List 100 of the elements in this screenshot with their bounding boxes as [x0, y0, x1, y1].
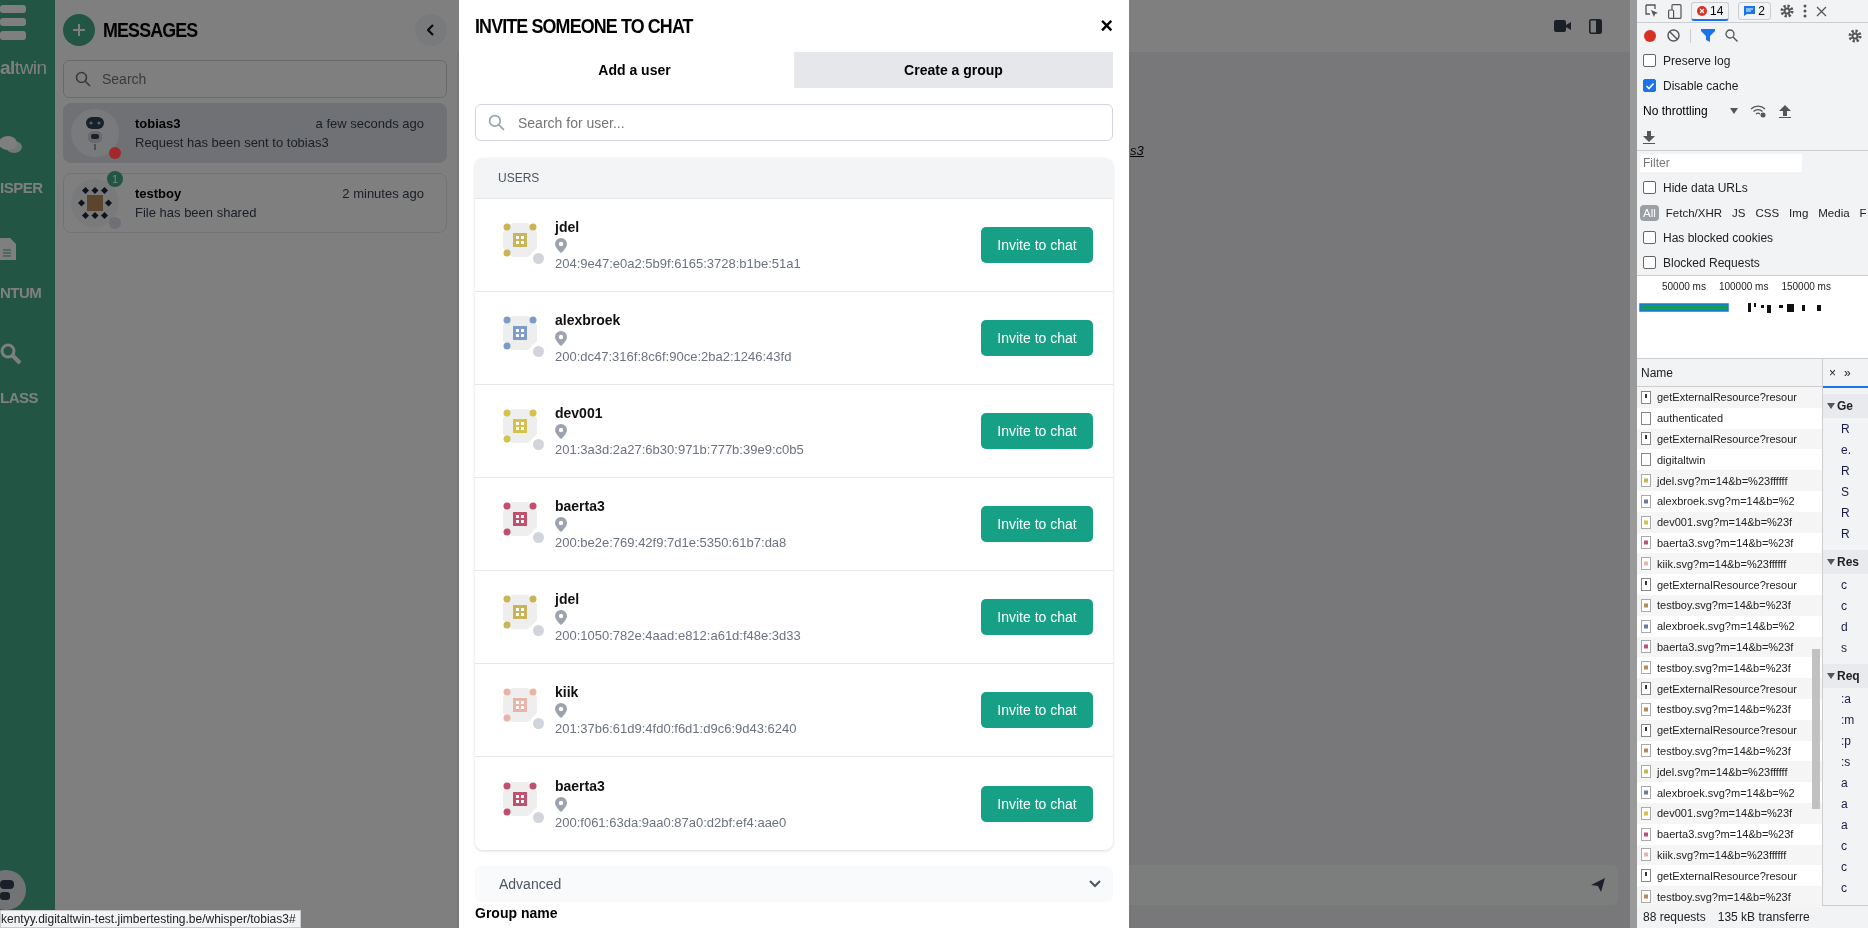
type-filter[interactable]: Fetch/XHR: [1662, 204, 1726, 221]
side-panel-icon[interactable]: [1589, 18, 1602, 34]
network-conditions-icon[interactable]: [1749, 104, 1767, 118]
filter-field[interactable]: Filter: [1640, 154, 1802, 172]
expand-triangle-icon[interactable]: [1827, 673, 1835, 679]
header-field: a: [1823, 793, 1868, 814]
expand-triangle-icon[interactable]: [1827, 403, 1835, 409]
location-pin-icon: [555, 238, 567, 253]
record-icon[interactable]: [1643, 28, 1657, 43]
image-file-icon: [1641, 494, 1651, 508]
request-row[interactable]: testboy.svg?m=14&b=%23f: [1637, 886, 1822, 907]
user-search-field[interactable]: Search for user...: [475, 104, 1113, 141]
video-camera-icon[interactable]: [1554, 20, 1571, 32]
request-row[interactable]: testboy.svg?m=14&b=%23f: [1637, 740, 1822, 762]
checkbox-option[interactable]: Has blocked cookies: [1637, 225, 1868, 250]
status-dot: [533, 718, 544, 729]
panel-tab[interactable]: ×: [1829, 365, 1836, 380]
avatar-icon: [503, 502, 537, 536]
image-file-icon: [1641, 557, 1651, 571]
request-row[interactable]: dev001.svg?m=14&b=%23f: [1637, 511, 1822, 533]
upload-icon[interactable]: [1778, 104, 1791, 118]
request-row[interactable]: getExternalResource?resour: [1637, 387, 1822, 408]
request-row[interactable]: getExternalResource?resour: [1637, 678, 1822, 699]
request-row[interactable]: kiik.svg?m=14&b=%23ffffff: [1637, 553, 1822, 575]
header-field: :m: [1823, 709, 1868, 730]
chat-link[interactable]: s3: [1130, 143, 1144, 158]
request-row[interactable]: getExternalResource?resour: [1637, 865, 1822, 887]
document-icon: [1641, 453, 1651, 467]
more-icon[interactable]: [1803, 4, 1808, 18]
request-row[interactable]: getExternalResource?resour: [1637, 428, 1822, 450]
clear-icon[interactable]: [1667, 29, 1680, 42]
close-icon[interactable]: [1816, 5, 1828, 17]
image-file-icon: [1641, 598, 1651, 612]
request-row[interactable]: jdel.svg?m=14&b=%23ffffff: [1637, 470, 1822, 491]
scrollbar[interactable]: [1812, 649, 1820, 809]
request-row[interactable]: dev001.svg?m=14&b=%23f: [1637, 802, 1822, 824]
collapse-button[interactable]: [415, 14, 447, 46]
robot-avatar-icon[interactable]: [0, 870, 26, 910]
user-name: alexbroek: [555, 312, 621, 328]
user-address: 201:3a3d:2a27:6b30:971b:777b:39e9:c0b5: [555, 442, 804, 457]
checkbox-option[interactable]: Preserve log: [1637, 48, 1868, 73]
search-field[interactable]: Search: [63, 60, 447, 98]
user-address: 201:37b6:61d9:4fd0:f6d1:d9c6:9d43:6240: [555, 721, 797, 736]
status-dot: [533, 532, 544, 543]
checkbox-option[interactable]: Blocked Requests: [1637, 250, 1868, 275]
error-count-badge[interactable]: 14: [1691, 1, 1730, 21]
request-row[interactable]: testboy.svg?m=14&b=%23f: [1637, 594, 1822, 616]
advanced-toggle[interactable]: Advanced: [475, 866, 1113, 902]
conversation-item[interactable]: tobias3 a few seconds ago Request has been sent to tobias3: [63, 103, 447, 163]
request-row[interactable]: alexbroek.svg?m=14&b=%2: [1637, 615, 1822, 637]
message-count-badge[interactable]: 2: [1738, 2, 1772, 20]
request-row[interactable]: authenticated: [1637, 407, 1822, 429]
panel-tab[interactable]: »: [1844, 365, 1851, 380]
user-address: 200:f061:63da:9aa0:87a0:d2bf:ef4:aae0: [555, 814, 787, 830]
user-address: 200:be2e:769:42f9:7d1e:5350:61b7:da8: [555, 535, 787, 550]
unread-badge: 1: [107, 171, 123, 187]
avatar-icon: [503, 595, 537, 629]
conversation-item[interactable]: 1 testboy 2 minutes ago File has been shared: [63, 173, 447, 233]
request-row[interactable]: alexbroek.svg?m=14&b=%2: [1637, 491, 1822, 512]
request-row[interactable]: kiik.svg?m=14&b=%23ffffff: [1637, 844, 1822, 866]
plus-icon: [72, 23, 86, 37]
request-row[interactable]: testboy.svg?m=14&b=%23f: [1637, 698, 1822, 720]
summary-text: 135 kB transferre: [1717, 910, 1810, 924]
inspect-icon[interactable]: [1645, 4, 1659, 18]
expand-triangle-icon[interactable]: [1827, 559, 1835, 565]
request-row[interactable]: baerta3.svg?m=14&b=%23f: [1637, 636, 1822, 658]
location-pin-icon: [555, 331, 567, 346]
filter-icon[interactable]: [1701, 29, 1715, 42]
request-row[interactable]: baerta3.svg?m=14&b=%23f: [1637, 823, 1822, 845]
request-row[interactable]: getExternalResource?resour: [1637, 574, 1822, 595]
timeline-tick: 150000 ms: [1781, 281, 1831, 292]
settings-icon[interactable]: [1780, 4, 1795, 18]
device-icon[interactable]: [1668, 3, 1682, 19]
checkbox-option[interactable]: Hide data URLs: [1637, 175, 1868, 200]
section-heading: USERS: [498, 171, 540, 185]
request-row[interactable]: getExternalResource?resour: [1637, 719, 1822, 741]
close-button[interactable]: ×: [1100, 13, 1113, 39]
avatar-icon: [503, 316, 537, 350]
type-filter[interactable]: F: [1856, 204, 1868, 221]
type-filter[interactable]: Img: [1786, 204, 1812, 221]
image-file-icon: [1641, 640, 1651, 654]
document-icon: [1641, 411, 1651, 425]
request-row[interactable]: baerta3.svg?m=14&b=%23f: [1637, 532, 1822, 554]
download-icon[interactable]: [1643, 130, 1655, 144]
request-row[interactable]: jdel.svg?m=14&b=%23ffffff: [1637, 761, 1822, 783]
request-row[interactable]: alexbroek.svg?m=14&b=%2: [1637, 782, 1822, 803]
contact-name: testboy: [135, 186, 182, 201]
type-filter[interactable]: CSS: [1752, 204, 1783, 221]
search-icon[interactable]: [1725, 29, 1738, 42]
send-icon[interactable]: [1590, 877, 1606, 893]
settings-icon[interactable]: [1848, 28, 1862, 43]
throttling-dropdown[interactable]: No throttling: [1643, 104, 1738, 118]
checkbox-option[interactable]: Disable cache: [1637, 73, 1868, 98]
type-filter[interactable]: Media: [1815, 204, 1853, 221]
column-header[interactable]: Name: [1641, 365, 1673, 380]
request-row[interactable]: digitaltwin: [1637, 449, 1822, 471]
request-row[interactable]: testboy.svg?m=14&b=%23f: [1637, 657, 1822, 679]
tab[interactable]: Create a group: [794, 52, 1113, 88]
contact-name: tobias3: [135, 116, 181, 131]
type-filter[interactable]: JS: [1729, 204, 1749, 221]
